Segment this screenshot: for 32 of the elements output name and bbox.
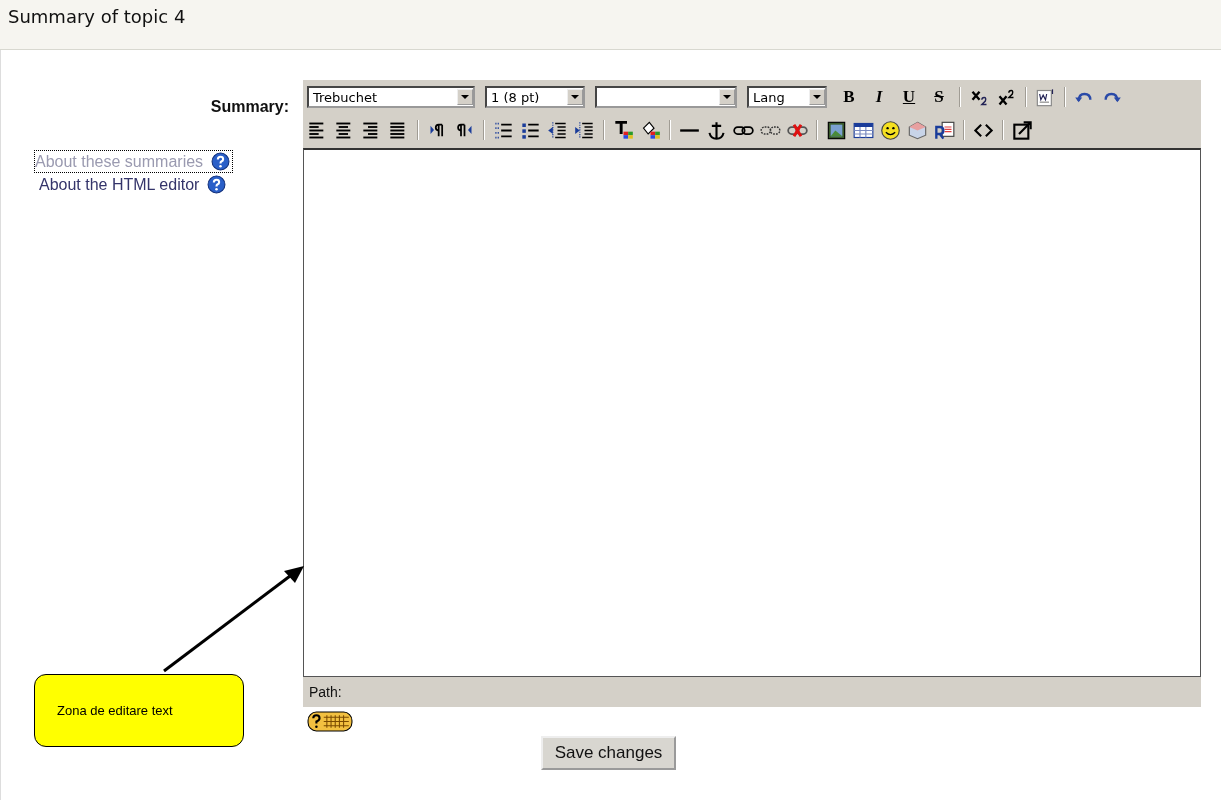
help-icon [211,152,231,171]
caret-icon [813,95,821,99]
caret-icon [723,95,731,99]
paste-icon[interactable] [934,119,955,141]
help-icon [207,175,227,194]
text-color-icon[interactable] [613,119,634,141]
word-document-icon[interactable] [1035,86,1056,108]
dropdown[interactable]: Trebuchet [307,86,475,108]
format-button[interactable]: S [927,87,951,107]
path-label: Path: [309,684,342,700]
dropdown[interactable]: 1 (8 pt) [485,86,585,108]
fullscreen-icon[interactable] [1012,119,1033,141]
image-icon[interactable] [826,119,847,141]
callout-text: Zona de editare text [57,703,173,718]
caret-icon [461,95,469,99]
field-label: Summary: [210,98,289,116]
dropdown[interactable]: Lang [747,86,827,108]
keyboard-help-icon[interactable] [307,711,353,732]
fill-color-icon[interactable] [640,119,661,141]
save-button[interactable]: Save changes [540,736,677,770]
page-title: Summary of topic 4 [8,6,186,27]
anchor-icon[interactable] [706,119,727,141]
format-button[interactable]: I [867,87,891,107]
help-link[interactable]: About the HTML editor [34,173,234,196]
format-button[interactable]: B [837,87,861,107]
smiley-icon[interactable] [880,119,901,141]
dropdown[interactable] [595,86,737,108]
indent-icon[interactable] [574,119,595,141]
outdent-icon[interactable] [547,119,568,141]
special-character-icon[interactable] [907,119,928,141]
caret-icon [571,95,579,99]
format-button[interactable]: U [897,87,921,107]
